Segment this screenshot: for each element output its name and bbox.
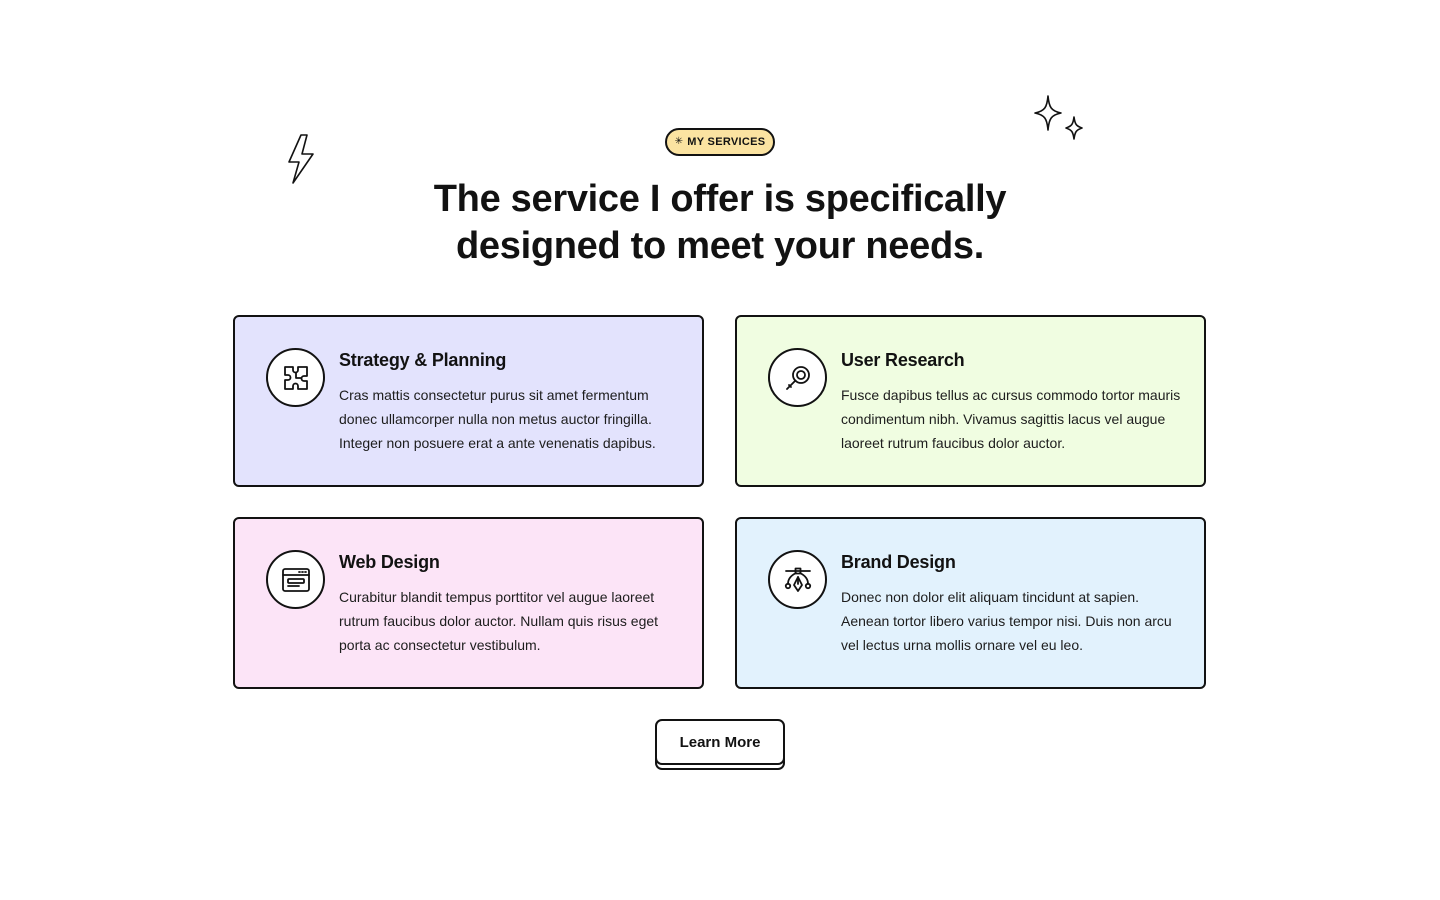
service-title: User Research: [841, 350, 965, 370]
service-card-research: User Research Fusce dapibus tellus ac cu…: [735, 315, 1206, 487]
sparkle-icon: [1034, 95, 1062, 131]
learn-more-button[interactable]: Learn More: [655, 719, 785, 765]
service-title: Web Design: [339, 552, 440, 572]
service-card-web-design: Web Design Curabitur blandit tempus port…: [233, 517, 704, 689]
browser-window-icon: [266, 550, 325, 609]
asterisk-icon: ✳: [674, 136, 684, 147]
service-description: Fusce dapibus tellus ac cursus commodo t…: [841, 387, 1181, 451]
services-section: ✳ MY SERVICES The service I offer is spe…: [0, 0, 1440, 900]
service-description: Donec non dolor elit aliquam tincidunt a…: [841, 589, 1172, 653]
service-card-strategy: Strategy & Planning Cras mattis consecte…: [233, 315, 704, 487]
section-heading: The service I offer is specifically desi…: [320, 176, 1120, 270]
vector-pen-icon: [768, 550, 827, 609]
section-badge: ✳ MY SERVICES: [665, 128, 775, 156]
magnifier-icon: [768, 348, 827, 407]
puzzle-icon: [266, 348, 325, 407]
service-card-brand-design: Brand Design Donec non dolor elit aliqua…: [735, 517, 1206, 689]
lightning-bolt-icon: [288, 134, 314, 184]
badge-label: MY SERVICES: [687, 136, 766, 148]
service-title: Brand Design: [841, 552, 956, 572]
sparkle-icon: [1065, 116, 1083, 140]
learn-more-wrapper: Learn More: [655, 719, 785, 770]
heading-line-1: The service I offer is specifically: [433, 178, 1007, 220]
service-description: Cras mattis consectetur purus sit amet f…: [339, 387, 656, 451]
heading-line-2: designed to meet your needs.: [456, 225, 984, 267]
service-title: Strategy & Planning: [339, 350, 507, 370]
service-description: Curabitur blandit tempus porttitor vel a…: [339, 589, 659, 653]
